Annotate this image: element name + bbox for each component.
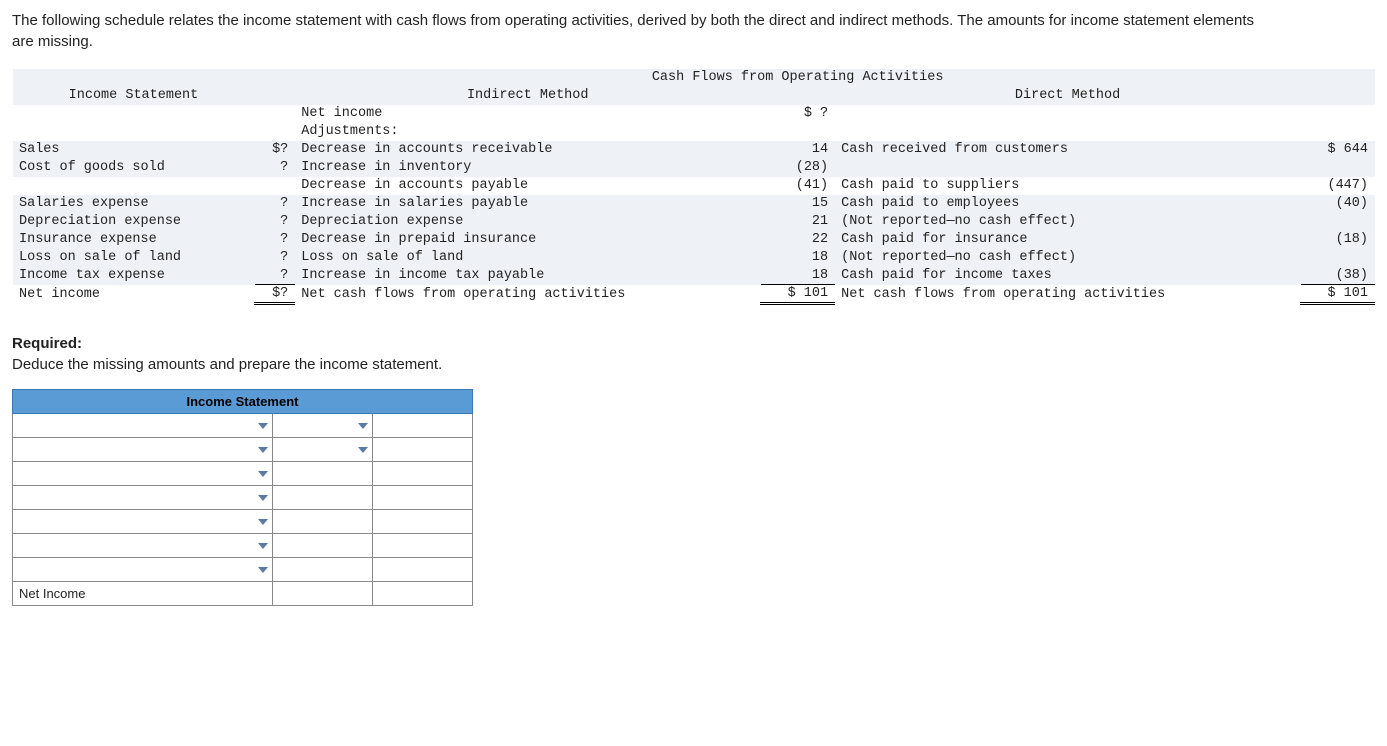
answer-row-5-val2[interactable] [373, 510, 473, 534]
indirect-net-income-label: Net income [295, 105, 761, 123]
indirect-inc-inv-value: (28) [761, 159, 835, 177]
direct-cash-cust-value: $ 644 [1301, 141, 1375, 159]
answer-row-6-label[interactable] [13, 534, 273, 558]
indirect-loss-value: 18 [761, 249, 835, 267]
net-income-value: $? [254, 285, 294, 304]
required-label: Required: [12, 335, 82, 352]
answer-row-6-val2[interactable] [373, 534, 473, 558]
indirect-inc-inv-label: Increase in inventory [295, 159, 761, 177]
indirect-loss-label: Loss on sale of land [295, 249, 761, 267]
answer-row-3-val1[interactable] [273, 462, 373, 486]
answer-row-2-val2[interactable] [373, 438, 473, 462]
required-text: Deduce the missing amounts and prepare t… [12, 356, 442, 373]
answer-row-5-label[interactable] [13, 510, 273, 534]
direct-cash-ins-label: Cash paid for insurance [835, 231, 1301, 249]
answer-row-3-val2[interactable] [373, 462, 473, 486]
sales-value: $? [254, 141, 294, 159]
answer-row-1-val2[interactable] [373, 414, 473, 438]
income-statement-header: Income Statement [13, 87, 255, 105]
problem-intro: The following schedule relates the incom… [12, 10, 1262, 52]
indirect-adjustments-label: Adjustments: [295, 123, 761, 141]
answer-row-7-label[interactable] [13, 558, 273, 582]
indirect-net-cash-label: Net cash flows from operating activities [295, 285, 761, 304]
tax-label: Income tax expense [13, 267, 255, 285]
answer-row-6-val1[interactable] [273, 534, 373, 558]
direct-cash-emp-label: Cash paid to employees [835, 195, 1301, 213]
tax-value: ? [254, 267, 294, 285]
net-income-label: Net income [13, 285, 255, 304]
indirect-net-income-value: $ ? [761, 105, 835, 123]
direct-cash-tax-value: (38) [1301, 267, 1375, 285]
cash-flows-header: Cash Flows from Operating Activities [295, 69, 1301, 87]
ins-label: Insurance expense [13, 231, 255, 249]
loss-value: ? [254, 249, 294, 267]
depr-label: Depreciation expense [13, 213, 255, 231]
answer-row-4-label[interactable] [13, 486, 273, 510]
indirect-header: Indirect Method [295, 87, 761, 105]
answer-row-1-label[interactable] [13, 414, 273, 438]
indirect-inc-tax-pay-label: Increase in income tax payable [295, 267, 761, 285]
direct-net-cash-value: $ 101 [1301, 285, 1375, 304]
indirect-dec-prepaid-value: 22 [761, 231, 835, 249]
indirect-inc-sal-pay-value: 15 [761, 195, 835, 213]
depr-value: ? [254, 213, 294, 231]
income-statement-answer-table: Income Statement Net Income [12, 389, 473, 606]
indirect-dec-ap-label: Decrease in accounts payable [295, 177, 761, 195]
loss-label: Loss on sale of land [13, 249, 255, 267]
direct-no-report1-label: (Not reported—no cash effect) [835, 213, 1301, 231]
answer-net-income-label: Net Income [13, 582, 273, 606]
indirect-dec-ap-value: (41) [761, 177, 835, 195]
answer-row-7-val1[interactable] [273, 558, 373, 582]
answer-row-4-val1[interactable] [273, 486, 373, 510]
direct-cash-cust-label: Cash received from customers [835, 141, 1301, 159]
direct-cash-emp-value: (40) [1301, 195, 1375, 213]
answer-table-header: Income Statement [13, 390, 473, 414]
direct-no-report2-label: (Not reported—no cash effect) [835, 249, 1301, 267]
indirect-depr-label: Depreciation expense [295, 213, 761, 231]
indirect-net-cash-value: $ 101 [761, 285, 835, 304]
answer-row-3-label[interactable] [13, 462, 273, 486]
direct-header: Direct Method [835, 87, 1301, 105]
indirect-inc-sal-pay-label: Increase in salaries payable [295, 195, 761, 213]
direct-cash-tax-label: Cash paid for income taxes [835, 267, 1301, 285]
answer-net-income-val2[interactable] [373, 582, 473, 606]
answer-net-income-val1[interactable] [273, 582, 373, 606]
direct-cash-supp-value: (447) [1301, 177, 1375, 195]
indirect-dec-ar-label: Decrease in accounts receivable [295, 141, 761, 159]
direct-net-cash-label: Net cash flows from operating activities [835, 285, 1301, 304]
sales-label: Sales [13, 141, 255, 159]
answer-row-7-val2[interactable] [373, 558, 473, 582]
cogs-label: Cost of goods sold [13, 159, 255, 177]
answer-row-1-val1[interactable] [273, 414, 373, 438]
schedule-table: Cash Flows from Operating Activities Inc… [12, 68, 1375, 305]
ins-value: ? [254, 231, 294, 249]
required-section: Required: Deduce the missing amounts and… [12, 333, 1375, 375]
direct-cash-ins-value: (18) [1301, 231, 1375, 249]
answer-row-2-val1[interactable] [273, 438, 373, 462]
answer-row-5-val1[interactable] [273, 510, 373, 534]
answer-row-2-label[interactable] [13, 438, 273, 462]
indirect-dec-ar-value: 14 [761, 141, 835, 159]
indirect-inc-tax-pay-value: 18 [761, 267, 835, 285]
direct-cash-supp-label: Cash paid to suppliers [835, 177, 1301, 195]
indirect-depr-value: 21 [761, 213, 835, 231]
cogs-value: ? [254, 159, 294, 177]
salaries-value: ? [254, 195, 294, 213]
indirect-dec-prepaid-label: Decrease in prepaid insurance [295, 231, 761, 249]
answer-row-4-val2[interactable] [373, 486, 473, 510]
salaries-label: Salaries expense [13, 195, 255, 213]
